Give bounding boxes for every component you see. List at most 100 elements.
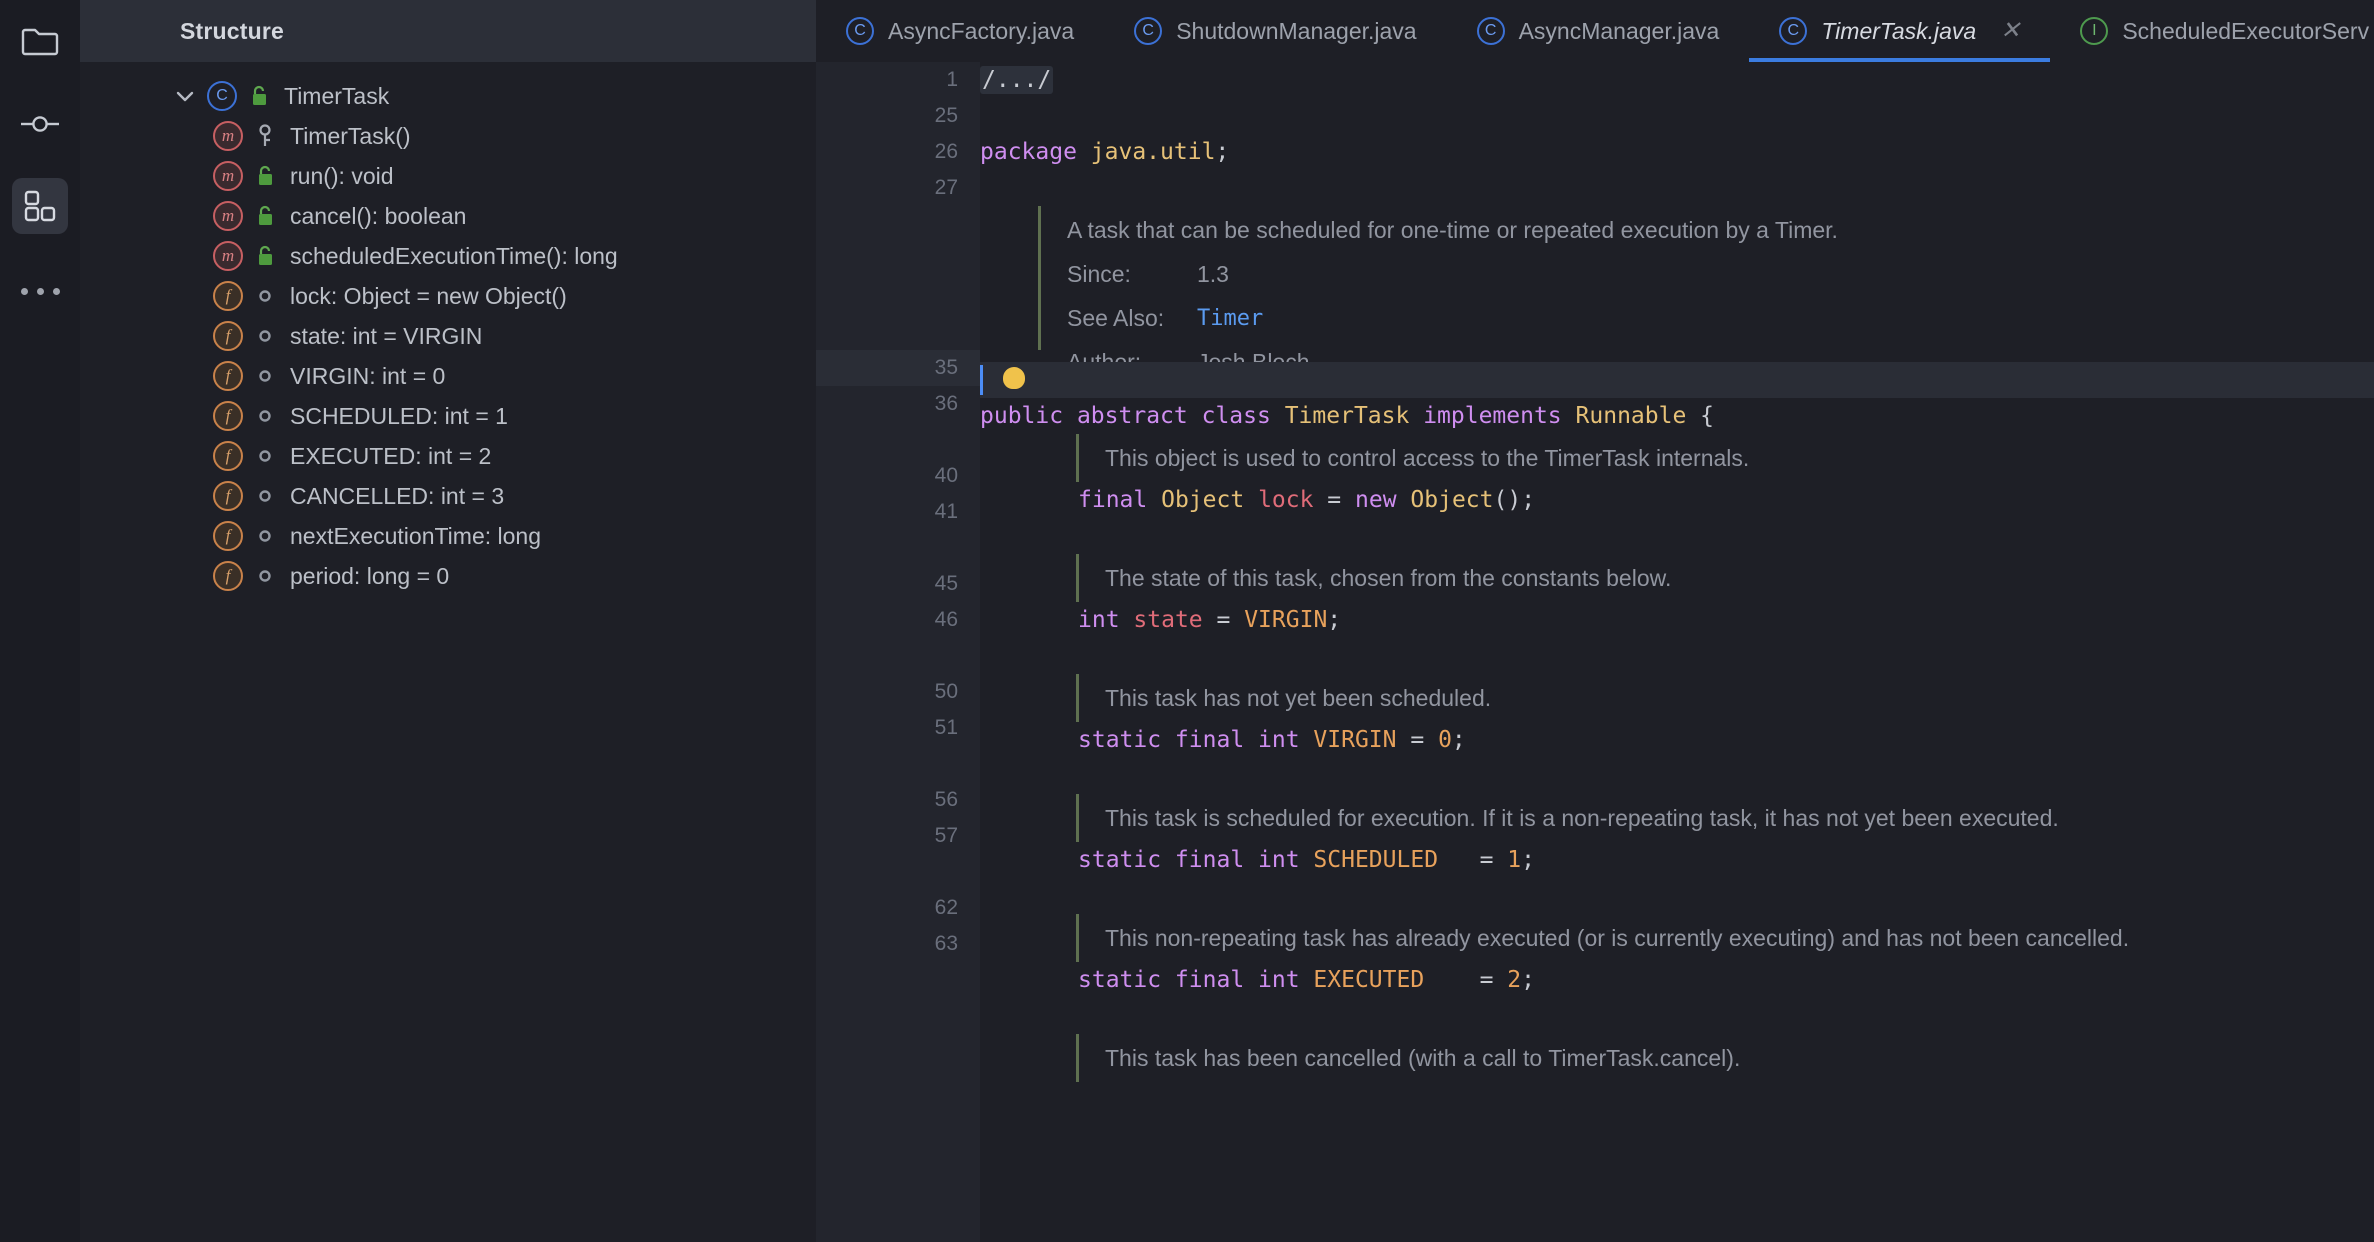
java-field-icon: f — [208, 401, 248, 431]
javadoc-seealso-link[interactable]: Timer — [1197, 306, 1263, 331]
keyword-class: class — [1201, 403, 1271, 429]
editor-gutter[interactable]: 1 25 26 27 35 36 40 41 45 46 50 51 56 57… — [816, 62, 980, 1242]
structure-item-state-int-virgin[interactable]: f state: int = VIRGIN — [80, 316, 816, 356]
state-javadoc-text: The state of this task, chosen from the … — [1105, 564, 1672, 591]
rail-item-project[interactable] — [12, 14, 68, 70]
editor-tab-shutdownmanager-java[interactable]: C ShutdownManager.java — [1104, 0, 1446, 62]
java-field-icon: f — [208, 281, 248, 311]
gutter-spacer — [816, 206, 980, 242]
intention-bulb-icon[interactable] — [1003, 367, 1025, 389]
java-class-icon: C — [1779, 17, 1808, 45]
lock-open-icon — [248, 205, 282, 227]
dot-icon — [248, 569, 282, 583]
structure-item-cancelled-int-3[interactable]: f CANCELLED: int = 3 — [80, 476, 816, 516]
gutter-line-number: 57 — [934, 824, 958, 847]
open-brace: { — [1700, 403, 1715, 429]
executed-javadoc-block: This non-repeating task has already exec… — [1076, 914, 2374, 962]
java-method-icon: m — [208, 241, 248, 271]
structure-item-period-long-0[interactable]: f period: long = 0 — [80, 556, 816, 596]
structure-item-executed-int-2[interactable]: f EXECUTED: int = 2 — [80, 436, 816, 476]
java-field-icon: f — [208, 441, 248, 471]
gutter-spacer — [816, 314, 980, 350]
gutter-spacer — [816, 638, 980, 674]
java-class-icon: C — [846, 17, 874, 45]
code-line-class-declaration: public abstract class TimerTask implemen… — [980, 398, 2374, 434]
structure-item-nextexecutiontime-long[interactable]: f nextExecutionTime: long — [80, 516, 816, 556]
code-line-current[interactable] — [980, 362, 2374, 398]
structure-header: Structure — [80, 0, 816, 62]
structure-item-cancel-boolean[interactable]: m cancel(): boolean — [80, 196, 816, 236]
java-interface-icon: I — [2080, 17, 2109, 45]
gutter-line-number: 51 — [934, 716, 958, 739]
expand-chevron-icon[interactable] — [168, 89, 202, 103]
code-line-virgin-constant: static final int VIRGIN = 0; — [1078, 727, 1466, 753]
gutter-line-number: 1 — [946, 68, 958, 91]
editor-tab-asyncmanager-java[interactable]: C AsyncManager.java — [1447, 0, 1750, 62]
structure-title: Structure — [180, 17, 285, 44]
keyword-implements: implements — [1423, 403, 1562, 429]
scheduled-javadoc-text: This task is scheduled for execution. If… — [1105, 804, 2059, 831]
java-method-icon: m — [208, 201, 248, 231]
executed-javadoc-text: This non-repeating task has already exec… — [1105, 924, 2130, 951]
gutter-spacer — [816, 242, 980, 278]
lock-open-icon — [248, 165, 282, 187]
code-scroll-area[interactable]: 1 25 26 27 35 36 40 41 45 46 50 51 56 57… — [816, 62, 2374, 1242]
gutter-line-number: 36 — [934, 392, 958, 415]
structure-item-label: CANCELLED: int = 3 — [290, 482, 505, 509]
interface-name: Runnable — [1575, 403, 1687, 429]
rail-item-more[interactable] — [12, 260, 68, 316]
editor-tab-scheduledexecutorserv[interactable]: I ScheduledExecutorServ — [2050, 0, 2374, 62]
lock-open-icon — [242, 85, 276, 107]
lock-javadoc-text: This object is used to control access to… — [1105, 444, 1750, 471]
structure-item-scheduled-int-1[interactable]: f SCHEDULED: int = 1 — [80, 396, 816, 436]
java-method-icon: m — [208, 121, 248, 151]
code-line-folded[interactable]: /.../ — [980, 62, 2374, 98]
key-icon — [248, 124, 282, 148]
code-line-package: package java.util; — [980, 134, 2374, 170]
gutter-line-number: 50 — [934, 680, 958, 703]
gutter-line-number: 35 — [816, 350, 980, 386]
structure-item-label: period: long = 0 — [290, 562, 450, 589]
close-icon[interactable]: ✕ — [2000, 19, 2020, 43]
structure-item-lock-object-new-object[interactable]: f lock: Object = new Object() — [80, 276, 816, 316]
virgin-javadoc-text: This task has not yet been scheduled. — [1105, 684, 1492, 711]
dot-icon — [248, 529, 282, 543]
javadoc-since-label: Since: — [1067, 260, 1131, 287]
code-line-scheduled-constant: static final int SCHEDULED = 1; — [1078, 847, 1536, 873]
structure-item-label: TimerTask — [284, 82, 390, 109]
structure-item-virgin-int-0[interactable]: f VIRGIN: int = 0 — [80, 356, 816, 396]
cancelled-javadoc-text: This task has been cancelled (with a cal… — [1105, 1044, 1741, 1071]
structure-blocks-icon — [23, 189, 57, 223]
code-line-lock-field: final Object lock = new Object (); — [1078, 487, 1536, 513]
structure-item-timertask[interactable]: m TimerTask() — [80, 116, 816, 156]
structure-item-scheduledexecutiontime-long[interactable]: m scheduledExecutionTime(): long — [80, 236, 816, 276]
editor-tab-label: AsyncManager.java — [1518, 17, 1720, 44]
rail-item-structure[interactable] — [12, 178, 68, 234]
structure-item-label: SCHEDULED: int = 1 — [290, 402, 508, 429]
gutter-line-number: 62 — [934, 896, 958, 919]
commit-node-icon — [20, 112, 60, 136]
activity-rail — [0, 0, 80, 1242]
structure-item-label: VIRGIN: int = 0 — [290, 362, 446, 389]
code-editor-text[interactable]: /.../ package java.util; A task that can… — [980, 62, 2374, 1242]
semicolon: ; — [1215, 139, 1230, 165]
structure-item-label: TimerTask() — [290, 122, 411, 149]
structure-item-timertask[interactable]: C TimerTask — [80, 76, 816, 116]
fold-placeholder[interactable]: /.../ — [980, 66, 1054, 94]
structure-tool-window: Structure C TimerTask m TimerTask() m run(): … — [80, 0, 816, 1242]
editor-tab-timertask-java[interactable]: C TimerTask.java ✕ — [1749, 0, 2051, 62]
editor-tab-asyncfactory-java[interactable]: C AsyncFactory.java — [816, 0, 1104, 62]
gutter-spacer — [816, 854, 980, 890]
editor-tab-label: TimerTask.java — [1821, 17, 1977, 44]
rail-item-commit[interactable] — [12, 96, 68, 152]
java-field-icon: f — [208, 521, 248, 551]
structure-item-label: cancel(): boolean — [290, 202, 467, 229]
keyword-abstract: abstract — [1076, 403, 1188, 429]
editor-tab-label: AsyncFactory.java — [888, 17, 1075, 44]
dot-icon — [248, 329, 282, 343]
structure-item-label: EXECUTED: int = 2 — [290, 442, 492, 469]
structure-item-run-void[interactable]: m run(): void — [80, 156, 816, 196]
class-javadoc-block: A task that can be scheduled for one-tim… — [1038, 206, 2374, 375]
keyword-public: public — [980, 403, 1064, 429]
